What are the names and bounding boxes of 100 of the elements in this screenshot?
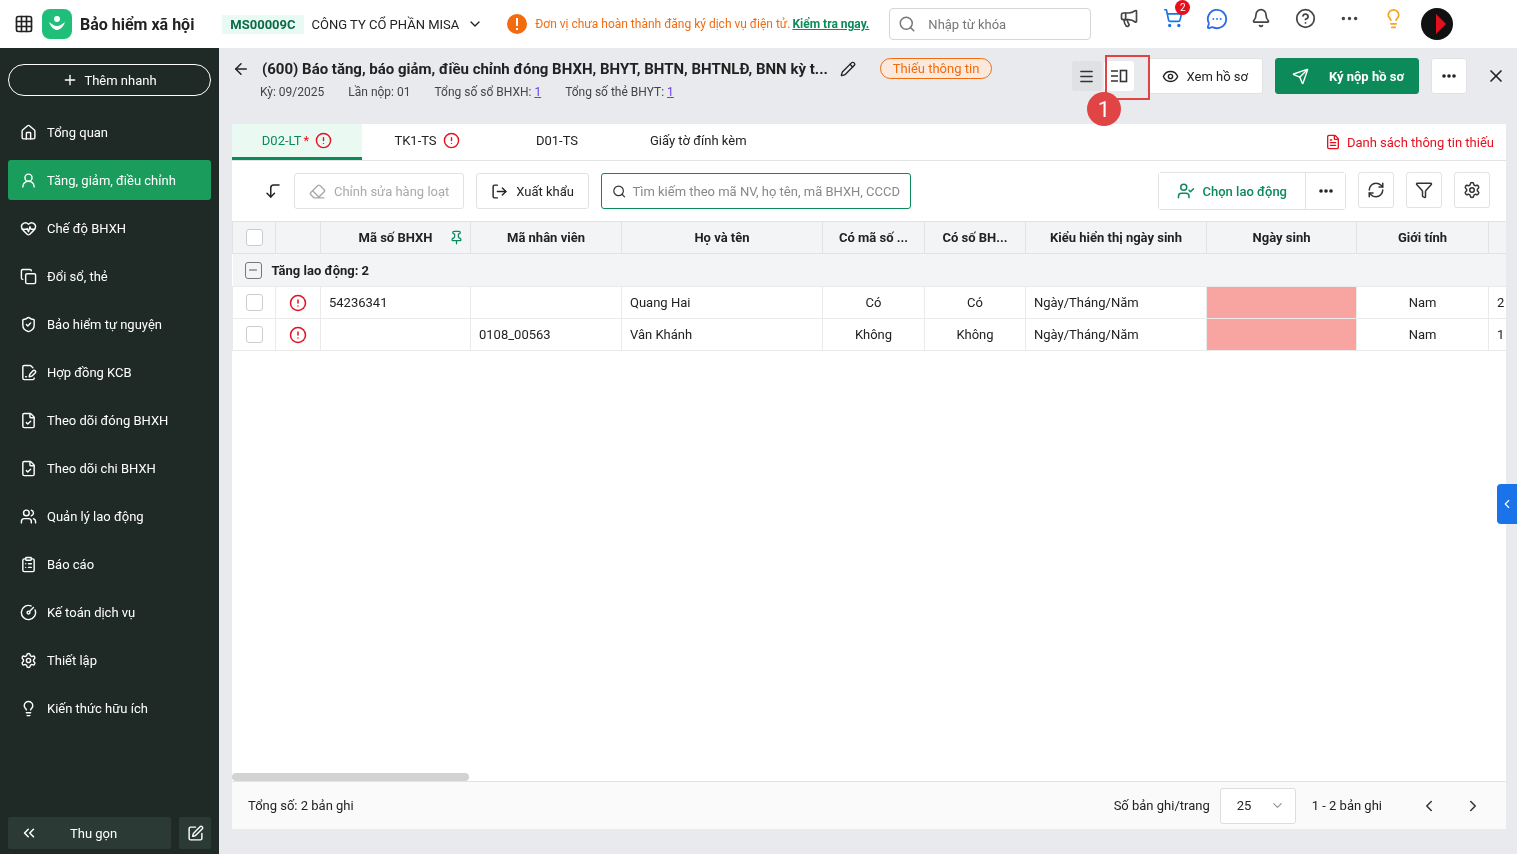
app-logo-icon	[42, 9, 72, 39]
edit-icon	[186, 824, 204, 842]
status-badge: Thiếu thông tin	[879, 58, 993, 79]
refresh-icon	[1367, 181, 1385, 199]
document-icon	[20, 411, 37, 429]
pencil-icon[interactable]	[839, 60, 856, 77]
more-icon	[1442, 74, 1456, 78]
sidebar-item[interactable]: Theo dõi đóng BHXH	[8, 400, 211, 440]
warning-icon	[442, 132, 460, 149]
table-cell: Có	[924, 286, 1026, 319]
bell-icon[interactable]	[1251, 8, 1272, 28]
tab[interactable]: Giấy tờ đính kèm	[622, 124, 775, 160]
table-cell: 54236341	[320, 286, 471, 319]
sidebar-item[interactable]: Kế toán dịch vụ	[8, 592, 211, 632]
checkbox[interactable]	[245, 326, 263, 344]
sidebar-item[interactable]: Đổi sổ, thẻ	[8, 256, 211, 296]
split-view-button[interactable]	[1103, 61, 1134, 91]
table-cell: Quang Hai	[621, 286, 823, 319]
column-header[interactable]: Có số BH...	[924, 221, 1026, 254]
side-panel-tab[interactable]	[1497, 484, 1517, 524]
more-button[interactable]	[1431, 58, 1467, 94]
table-cell: Không	[924, 318, 1026, 351]
page-size-select[interactable]: 25	[1219, 787, 1296, 824]
shield-icon	[20, 315, 37, 333]
heart-icon	[20, 219, 37, 237]
avatar-icon[interactable]	[1421, 8, 1454, 40]
view-file-button[interactable]: Xem hồ sơ	[1146, 58, 1263, 94]
table-cell: Không	[822, 318, 925, 351]
more-button[interactable]	[1305, 173, 1345, 209]
document-icon	[1324, 134, 1341, 150]
pin-icon[interactable]	[449, 230, 464, 245]
arrow-down-icon[interactable]	[264, 182, 282, 200]
megaphone-icon[interactable]	[1119, 8, 1140, 28]
chat-icon[interactable]	[1206, 8, 1229, 30]
step-number: 1	[1087, 92, 1121, 126]
sidebar-item[interactable]: Báo cáo	[8, 544, 211, 584]
column-header[interactable]: Mã số BHXH	[320, 221, 471, 254]
page-size-label: Số bản ghi/trang	[1113, 798, 1210, 813]
column-header[interactable]: Mã nhân viên	[470, 221, 622, 254]
column-header[interactable]: Có mã số ...	[822, 221, 925, 254]
document-icon	[20, 363, 37, 381]
sidebar-item[interactable]: Bảo hiểm tự nguyện	[8, 304, 211, 344]
table-cell: 0108_00563	[470, 318, 622, 351]
table-cell: Có	[822, 286, 925, 319]
edit-button[interactable]	[179, 817, 211, 849]
sidebar-item[interactable]: Tổng quan	[8, 112, 211, 152]
export-icon	[491, 182, 509, 200]
list-view-button[interactable]	[1071, 61, 1102, 91]
company-code: MS00009C	[222, 14, 304, 34]
checkbox[interactable]	[245, 229, 263, 247]
send-icon	[1291, 67, 1309, 85]
search-icon	[898, 15, 917, 33]
apps-menu-icon[interactable]	[14, 14, 34, 34]
check-now-link[interactable]: Kiểm tra ngay.	[792, 17, 870, 31]
sidebar-item[interactable]: Chế độ BHXH	[8, 208, 211, 248]
company-name[interactable]: CÔNG TY CỔ PHẦN MISA	[311, 16, 460, 32]
checkbox[interactable]	[245, 294, 263, 312]
tab[interactable]: TK1-TS	[362, 124, 492, 160]
sidebar-item[interactable]: Hợp đồng KCB	[8, 352, 211, 392]
count-link[interactable]: 1	[534, 85, 542, 99]
meta-text: Tổng số sổ BHXH: 1	[434, 85, 542, 99]
meta-text: Tổng số thẻ BHYT: 1	[565, 85, 674, 99]
missing-info-link[interactable]: Danh sách thông tin thiếu	[1324, 124, 1506, 160]
group-label: Tăng lao động: 2	[271, 262, 370, 278]
export-button[interactable]: Xuất khẩu	[476, 173, 590, 209]
help-icon[interactable]	[1294, 8, 1316, 29]
filter-button[interactable]	[1406, 172, 1442, 208]
notice-text: Đơn vị chưa hoàn thành đăng ký dịch vụ điện tử.	[535, 17, 791, 31]
collapse-toggle[interactable]	[244, 261, 262, 279]
split-view-icon	[1109, 69, 1128, 83]
column-header[interactable]: Họ và tên	[621, 221, 823, 254]
table-cell: Ngày/Tháng/Năm	[1025, 286, 1207, 319]
sidebar-item[interactable]: Theo dõi chi BHXH	[8, 448, 211, 488]
column-header[interactable]: Giới tính	[1356, 221, 1489, 254]
warning-icon	[507, 14, 528, 34]
settings-button[interactable]	[1454, 172, 1490, 208]
tab[interactable]: D01-TS	[492, 124, 622, 160]
gauge-icon	[20, 603, 37, 621]
table-cell: Nam	[1356, 318, 1489, 351]
search-field[interactable]: Nhập từ khóa	[889, 8, 1092, 40]
column-header[interactable]: Kiểu hiển thị ngày sinh	[1025, 221, 1207, 254]
sidebar-item[interactable]: Thiết lập	[8, 640, 211, 680]
sidebar-item[interactable]: Kiến thức hữu ích	[8, 688, 211, 728]
column-header[interactable]: Ngày sinh	[1206, 221, 1357, 254]
app-name: Bảo hiểm xã hội	[80, 14, 195, 34]
refresh-button[interactable]	[1358, 172, 1394, 208]
warning-icon	[315, 132, 333, 149]
scrollbar[interactable]	[232, 773, 469, 781]
clipboard-icon	[20, 555, 37, 573]
tab[interactable]: D02-LT*	[232, 124, 362, 160]
table-cell: Nam	[1356, 286, 1489, 319]
total-text: Tổng số: 2 bản ghi	[248, 798, 354, 813]
search-field[interactable]: Tìm kiếm theo mã NV, họ tên, mã BHXH, CCCD	[601, 173, 912, 209]
sidebar-item[interactable]: Quản lý lao động	[8, 496, 211, 536]
table-cell: Ngày/Tháng/Năm	[1025, 318, 1207, 351]
submit-button[interactable]: Ký nộp hồ sơ	[1274, 58, 1419, 94]
meta-text: Lần nộp: 01	[348, 85, 411, 99]
user-icon	[20, 171, 37, 189]
collapse-button[interactable]: Thu gọn	[8, 817, 171, 849]
count-link[interactable]: 1	[667, 85, 674, 99]
